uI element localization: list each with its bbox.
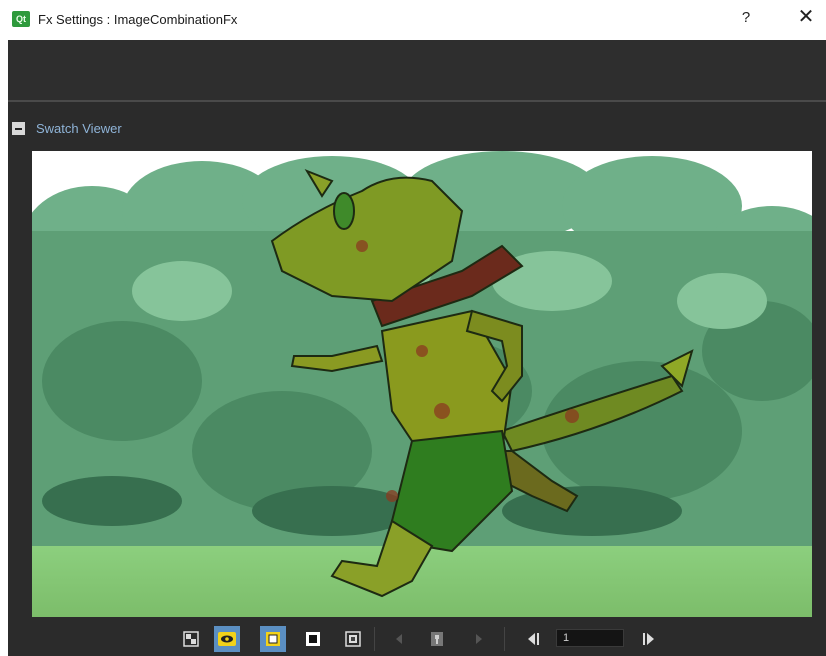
window-title: Fx Settings : ImageCombinationFx — [38, 12, 238, 27]
app-logo-icon: Qt — [12, 11, 30, 27]
preview-illustration — [32, 151, 812, 617]
white-background-icon[interactable] — [260, 626, 286, 652]
eye-preview-icon[interactable] — [214, 626, 240, 652]
swatch-preview-image — [32, 151, 812, 617]
toolbar-separator — [374, 627, 375, 651]
collapse-icon[interactable] — [12, 122, 25, 135]
dialog-body: Swatch Viewer 1 — [8, 40, 826, 656]
frame-number-field[interactable]: 1 — [556, 629, 624, 647]
swatch-toolbar: 1 — [8, 621, 826, 656]
title-bar: Qt Fx Settings : ImageCombinationFx ? ✕ — [0, 0, 826, 40]
swatch-viewer-title: Swatch Viewer — [36, 121, 122, 136]
black-background-icon[interactable] — [300, 626, 326, 652]
close-button[interactable]: ✕ — [796, 6, 816, 28]
fx-settings-panel — [8, 40, 826, 102]
next-arrow-icon[interactable] — [466, 626, 492, 652]
swatch-viewer-header: Swatch Viewer — [8, 118, 826, 140]
checkerboard-background-icon[interactable] — [178, 626, 204, 652]
key-frame-icon[interactable] — [424, 626, 450, 652]
help-button[interactable]: ? — [738, 9, 754, 26]
toolbar-separator — [504, 627, 505, 651]
checkered-background-icon[interactable] — [340, 626, 366, 652]
prev-arrow-icon[interactable] — [386, 626, 412, 652]
last-frame-icon[interactable] — [636, 626, 662, 652]
first-frame-icon[interactable] — [520, 626, 546, 652]
